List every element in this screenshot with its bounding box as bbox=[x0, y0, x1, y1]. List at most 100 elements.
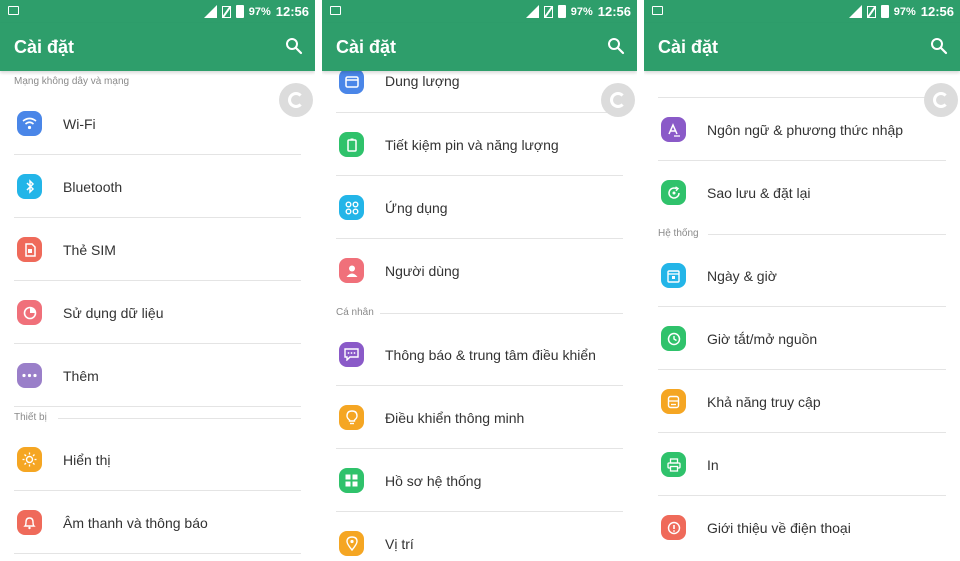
battery-icon bbox=[235, 5, 244, 18]
battery-percent: 97% bbox=[248, 5, 271, 18]
settings-item-label: Thêm bbox=[63, 368, 99, 384]
page-title: Cài đặt bbox=[658, 37, 719, 57]
bluetooth-icon bbox=[17, 174, 42, 199]
search-icon[interactable] bbox=[285, 37, 303, 55]
battery-percent: 97% bbox=[570, 5, 593, 18]
screen-separator bbox=[637, 0, 644, 561]
settings-item-date-time[interactable]: Ngày & giờ bbox=[644, 244, 960, 307]
settings-item-label: Vị trí bbox=[385, 536, 414, 552]
accessibility-icon bbox=[661, 389, 686, 414]
settings-item-label: Sao lưu & đặt lại bbox=[707, 185, 811, 201]
profile-grid-icon bbox=[339, 468, 364, 493]
divider bbox=[14, 553, 301, 554]
settings-item-apps[interactable]: Ứng dụng bbox=[322, 176, 637, 239]
wifi-icon bbox=[17, 111, 42, 136]
language-input-icon bbox=[661, 117, 686, 142]
clock: 12:56 bbox=[920, 4, 954, 19]
storage-icon bbox=[339, 69, 364, 94]
settings-item-sound[interactable]: Âm thanh và thông báo bbox=[0, 491, 315, 554]
settings-item-bluetooth[interactable]: Bluetooth bbox=[0, 155, 315, 218]
settings-item-label: Sử dụng dữ liệu bbox=[63, 305, 164, 321]
signal-icon bbox=[848, 5, 862, 18]
settings-item-more[interactable]: Thêm bbox=[0, 344, 315, 407]
settings-item-label: Giới thiệu về điện thoại bbox=[707, 520, 851, 536]
settings-item-sim[interactable]: Thẻ SIM bbox=[0, 218, 315, 281]
settings-item-data-usage[interactable]: Sử dụng dữ liệu bbox=[0, 281, 315, 344]
divider bbox=[14, 406, 301, 407]
settings-item-label: Thẻ SIM bbox=[63, 242, 116, 258]
settings-item-print[interactable]: In bbox=[644, 433, 960, 496]
settings-item-battery[interactable]: Tiết kiệm pin và năng lượng bbox=[322, 113, 637, 176]
settings-item-display[interactable]: Hiển thị bbox=[0, 428, 315, 491]
image-notification-icon bbox=[330, 6, 341, 15]
settings-item-location[interactable]: Vị trí bbox=[322, 512, 637, 561]
settings-item-label: Người dùng bbox=[385, 263, 460, 279]
screen-separator bbox=[315, 0, 322, 561]
app-bar: Cài đặt bbox=[644, 23, 960, 71]
divider bbox=[58, 418, 301, 419]
page-title: Cài đặt bbox=[14, 37, 75, 57]
page-title: Cài đặt bbox=[336, 37, 397, 57]
power-clock-icon bbox=[661, 326, 686, 351]
settings-item-label: Khả năng truy cập bbox=[707, 394, 821, 410]
sim-card-icon bbox=[17, 237, 42, 262]
settings-item-label: Điều khiển thông minh bbox=[385, 410, 525, 426]
app-bar: Cài đặt bbox=[322, 23, 637, 71]
section-header-system: Hệ thống bbox=[658, 228, 699, 239]
app-bar: Cài đặt bbox=[0, 23, 315, 71]
section-header-wireless: Mạng không dây và mạng bbox=[14, 76, 130, 87]
settings-item-label: Hiển thị bbox=[63, 452, 111, 468]
settings-item-accessibility[interactable]: Khả năng truy cập bbox=[644, 370, 960, 433]
settings-item-notifications[interactable]: Thông báo & trung tâm điều khiển bbox=[322, 323, 637, 386]
status-bar: 97% 12:56 bbox=[644, 0, 960, 23]
section-header-device: Thiết bị bbox=[14, 412, 47, 423]
settings-item-label: Wi-Fi bbox=[63, 116, 96, 132]
settings-item-label: Tiết kiệm pin và năng lượng bbox=[385, 137, 559, 153]
settings-item-label: Ngày & giờ bbox=[707, 268, 777, 284]
phone-screen-3: 97% 12:56 Cài đặt Ngôn ngữ & phương thức… bbox=[644, 0, 960, 561]
battery-saver-icon bbox=[339, 132, 364, 157]
settings-item-label: Bluetooth bbox=[63, 179, 123, 195]
settings-item-label: Âm thanh và thông báo bbox=[63, 515, 208, 531]
settings-item-about-phone[interactable]: Giới thiệu về điện thoại bbox=[644, 496, 960, 559]
settings-item-label: Dung lượng bbox=[385, 73, 460, 89]
settings-item-language[interactable]: Ngôn ngữ & phương thức nhập bbox=[644, 98, 960, 161]
settings-item-users[interactable]: Người dùng bbox=[322, 239, 637, 302]
image-notification-icon bbox=[8, 6, 19, 15]
floating-overlay-button[interactable] bbox=[601, 83, 635, 117]
settings-item-label: Thông báo & trung tâm điều khiển bbox=[385, 347, 596, 363]
signal-icon bbox=[203, 5, 217, 18]
no-sim-icon bbox=[221, 5, 231, 18]
bell-icon bbox=[17, 510, 42, 535]
notification-message-icon bbox=[339, 342, 364, 367]
location-pin-icon bbox=[339, 531, 364, 556]
calendar-clock-icon bbox=[661, 263, 686, 288]
settings-item-label: In bbox=[707, 457, 719, 473]
clock: 12:56 bbox=[597, 4, 631, 19]
settings-item-system-profile[interactable]: Hồ sơ hệ thống bbox=[322, 449, 637, 512]
search-icon[interactable] bbox=[930, 37, 948, 55]
more-dots-icon bbox=[17, 363, 42, 388]
backup-restore-icon bbox=[661, 180, 686, 205]
battery-icon bbox=[557, 5, 566, 18]
section-header-personal: Cá nhân bbox=[336, 307, 374, 318]
settings-item-label: Giờ tắt/mở nguồn bbox=[707, 331, 818, 347]
floating-overlay-button[interactable] bbox=[924, 83, 958, 117]
battery-icon bbox=[880, 5, 889, 18]
search-icon[interactable] bbox=[607, 37, 625, 55]
apps-grid-icon bbox=[339, 195, 364, 220]
settings-item-wifi[interactable]: Wi-Fi bbox=[0, 92, 315, 155]
settings-item-power-schedule[interactable]: Giờ tắt/mở nguồn bbox=[644, 307, 960, 370]
clock: 12:56 bbox=[275, 4, 309, 19]
settings-item-backup[interactable]: Sao lưu & đặt lại bbox=[644, 161, 960, 224]
floating-overlay-button[interactable] bbox=[279, 83, 313, 117]
printer-icon bbox=[661, 452, 686, 477]
settings-item-label: Hồ sơ hệ thống bbox=[385, 473, 482, 489]
info-icon bbox=[661, 515, 686, 540]
status-bar: 97% 12:56 bbox=[322, 0, 637, 23]
no-sim-icon bbox=[543, 5, 553, 18]
phone-screen-2: 97% 12:56 Cài đặt Dung lượng Tiết kiệm p… bbox=[322, 0, 637, 561]
settings-item-smart-control[interactable]: Điều khiển thông minh bbox=[322, 386, 637, 449]
battery-percent: 97% bbox=[893, 5, 916, 18]
user-icon bbox=[339, 258, 364, 283]
